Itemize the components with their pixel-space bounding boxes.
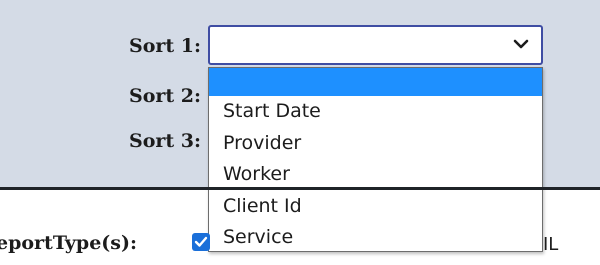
dropdown-option-service[interactable]: Service <box>209 222 542 251</box>
dropdown-option-provider[interactable]: Provider <box>209 128 542 160</box>
report-type-option-label: IL <box>543 234 559 255</box>
sort-1-dropdown-list: Start Date Provider Worker Client Id Ser… <box>208 67 543 252</box>
section-divider <box>0 187 600 190</box>
chevron-down-icon <box>513 39 529 49</box>
report-type-checkbox[interactable] <box>192 233 210 251</box>
sort-2-label: Sort 2: <box>128 85 201 107</box>
dropdown-option-worker[interactable]: Worker <box>209 159 542 191</box>
dropdown-option-start-date[interactable]: Start Date <box>209 96 542 128</box>
sort-1-select[interactable] <box>208 25 543 65</box>
dropdown-option-blank[interactable] <box>209 68 542 96</box>
report-type-label: eportType(s): <box>0 232 137 254</box>
dropdown-option-client-id[interactable]: Client Id <box>209 191 542 223</box>
sort-1-label: Sort 1: <box>128 35 201 57</box>
sort-3-label: Sort 3: <box>128 130 201 152</box>
checkmark-icon <box>194 236 208 247</box>
